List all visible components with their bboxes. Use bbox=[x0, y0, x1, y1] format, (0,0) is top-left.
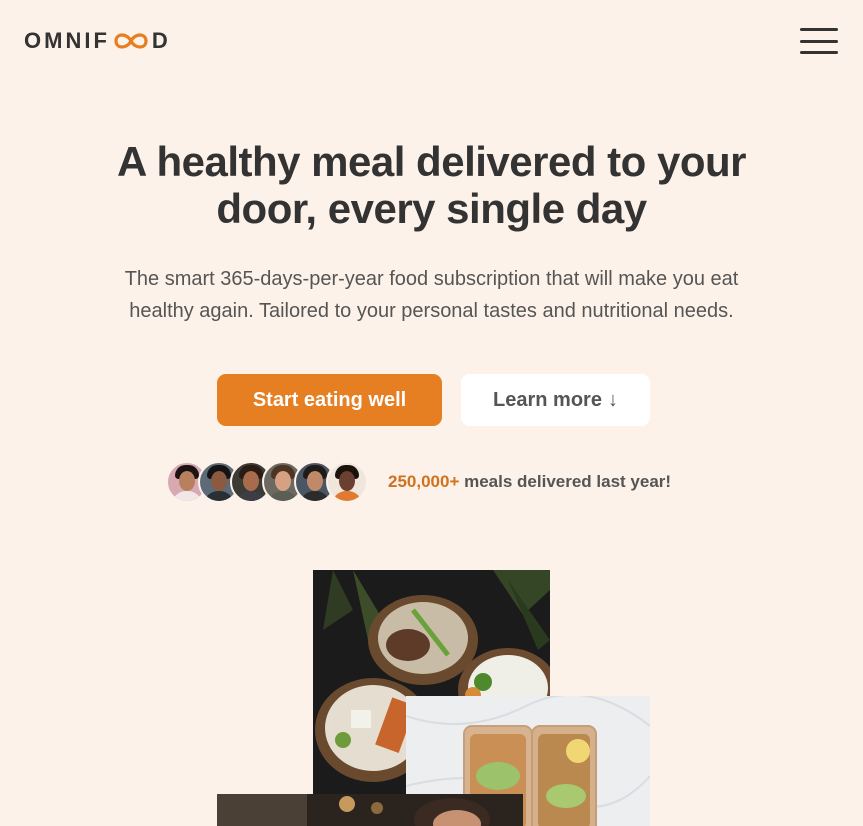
meals-delivered-count: 250,000+ bbox=[388, 472, 460, 491]
learn-more-label: Learn more bbox=[493, 388, 602, 411]
hero-title: A healthy meal delivered to your door, e… bbox=[60, 138, 803, 232]
learn-more-button[interactable]: Learn more ↓ bbox=[461, 374, 650, 426]
logo-text-end: D bbox=[151, 28, 171, 53]
hamburger-menu-icon[interactable] bbox=[800, 28, 838, 54]
hero-title-line-1: A healthy meal delivered to your bbox=[117, 138, 746, 185]
hero-description-line-2: healthy again. Tailored to your personal… bbox=[129, 300, 734, 322]
menu-line bbox=[800, 39, 838, 43]
menu-line bbox=[800, 51, 838, 54]
arrow-down-icon: ↓ bbox=[607, 388, 618, 411]
person-illustration bbox=[217, 794, 523, 826]
meals-delivered-label: meals delivered last year! bbox=[459, 472, 672, 491]
start-eating-well-label: Start eating well bbox=[252, 388, 407, 411]
omnifood-logo[interactable]: OMNIF D bbox=[24, 28, 171, 54]
start-eating-well-button[interactable]: Start eating well bbox=[217, 374, 442, 426]
avatar bbox=[326, 461, 368, 503]
hero-image-person bbox=[217, 794, 523, 826]
infinity-icon bbox=[114, 33, 148, 49]
meals-delivered-text: 250,000+ meals delivered last year! bbox=[388, 472, 671, 492]
menu-line bbox=[800, 28, 838, 31]
hero-description-line-1: The smart 365-days-per-year food subscri… bbox=[124, 268, 739, 290]
page: OMNIF D A healthy meal delivered to your… bbox=[0, 0, 863, 826]
logo-text-start: OMNIF bbox=[24, 28, 110, 53]
hero-description: The smart 365-days-per-year food subscri… bbox=[80, 263, 783, 327]
hero-title-line-2: door, every single day bbox=[216, 185, 647, 232]
customer-avatars bbox=[166, 461, 372, 503]
